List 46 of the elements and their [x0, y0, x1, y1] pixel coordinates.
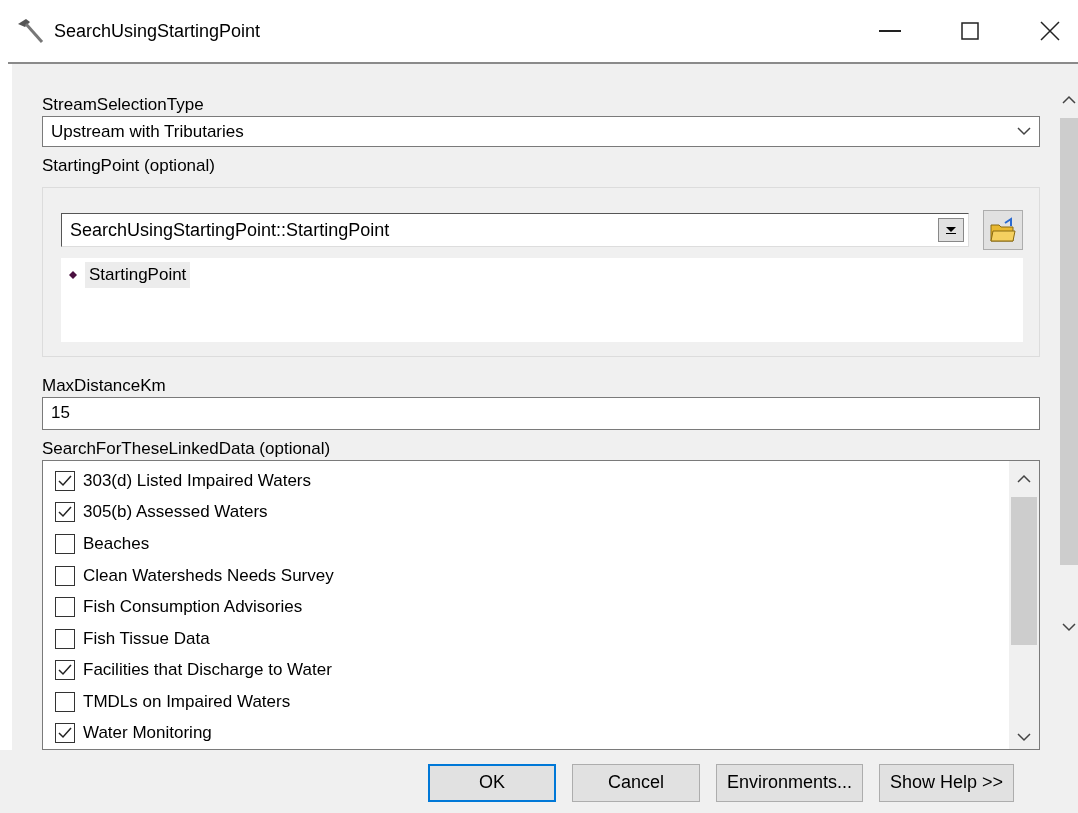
checkbox[interactable] — [55, 533, 75, 554]
folder-icon — [989, 217, 1017, 243]
diamond-icon — [69, 271, 77, 279]
dialog-button[interactable]: Environments... — [716, 763, 864, 802]
open-folder-button[interactable] — [983, 210, 1023, 250]
checkbox-label: 303(d) Listed Impaired Waters — [83, 470, 312, 491]
field-label: StartingPoint (optional) — [42, 155, 216, 177]
checkbox[interactable] — [55, 502, 75, 523]
scroll-down-icon[interactable] — [1062, 622, 1076, 632]
checkbox-label: Fish Tissue Data — [83, 628, 210, 649]
scroll-up-icon[interactable] — [1062, 95, 1076, 104]
dialog-button[interactable]: Show Help >> — [879, 763, 1015, 802]
input-field[interactable]: 15 — [42, 397, 1040, 430]
list-item[interactable]: StartingPoint — [85, 262, 191, 288]
checkbox-label: Water Monitoring — [83, 723, 212, 744]
dropdown-field[interactable]: SearchUsingStartingPoint::StartingPoint — [61, 213, 969, 247]
field-label: SearchForTheseLinkedData (optional) — [42, 437, 332, 460]
checkbox-label: Beaches — [83, 533, 150, 554]
checkbox-label: Facilities that Discharge to Water — [83, 660, 332, 681]
checkbox-label: 305(b) Assessed Waters — [83, 502, 268, 523]
close-icon — [1040, 21, 1060, 41]
maximize-icon — [961, 22, 979, 40]
checkbox[interactable] — [55, 565, 75, 586]
checkbox[interactable] — [55, 660, 75, 681]
checkbox-label: TMDLs on Impaired Waters — [83, 691, 291, 712]
checkbox-label: Clean Watersheds Needs Survey — [83, 565, 334, 586]
field-label: StreamSelectionType — [42, 94, 205, 116]
checkbox[interactable] — [55, 691, 75, 712]
dropdown-button[interactable] — [938, 218, 964, 242]
hammer-icon — [16, 18, 44, 44]
caret-down-icon — [945, 226, 957, 234]
window-title: SearchUsingStartingPoint — [54, 20, 261, 42]
chevron-down-icon[interactable] — [1017, 127, 1031, 136]
scroll-down-icon[interactable] — [1017, 732, 1031, 742]
checkbox[interactable] — [55, 723, 75, 744]
scrollbar[interactable] — [1009, 460, 1039, 749]
checkbox[interactable] — [55, 470, 75, 491]
dialog-button[interactable]: Cancel — [572, 763, 700, 802]
scroll-up-icon[interactable] — [1017, 474, 1031, 484]
checkbox[interactable] — [55, 628, 75, 649]
field-label: MaxDistanceKm — [42, 375, 167, 397]
checkbox[interactable] — [55, 597, 75, 618]
dropdown-field[interactable]: Upstream with Tributaries — [42, 116, 1040, 147]
checkbox-label: Fish Consumption Advisories — [83, 597, 303, 618]
dialog-button[interactable]: OK — [428, 763, 556, 802]
minimize-icon — [879, 30, 901, 32]
